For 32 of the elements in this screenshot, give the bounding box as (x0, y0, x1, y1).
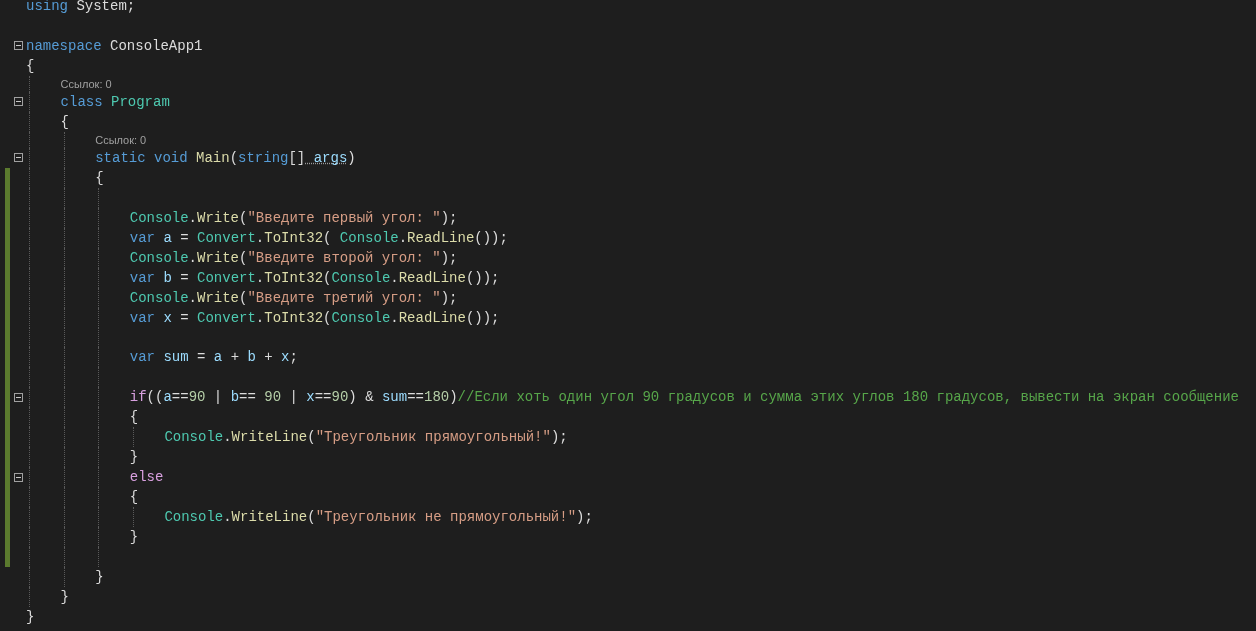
code-line: var b = Convert.ToInt32(Console.ReadLine()); (129, 268, 500, 288)
collapse-icon[interactable] (13, 41, 23, 51)
code-line: } (129, 528, 139, 548)
code-line: Console.WriteLine("Треугольник не прямоугольный!"); (164, 508, 593, 528)
code-line: Console.WriteLine("Треугольник прямоугольный!"); (164, 428, 568, 448)
code-line: var sum = a + b + x; (129, 348, 298, 368)
code-line: } (26, 608, 35, 627)
code-line: else (129, 468, 164, 488)
code-line: { (129, 488, 139, 508)
code-line: { (95, 168, 104, 188)
collapse-icon[interactable] (13, 97, 23, 107)
code-line: if((a==90 | b== 90 | x==90) & sum==180)//Если хоть один угол 90 градусов и сумма этих углов 180 градусов, вывести на экран сообщение (129, 388, 1239, 408)
code-line: class Program (60, 92, 170, 112)
code-line: { (60, 112, 69, 132)
collapse-icon[interactable] (13, 472, 23, 482)
code-line: Console.Write("Введите третий угол: "); (129, 288, 458, 308)
code-line: { (129, 408, 139, 428)
collapse-icon[interactable] (13, 153, 23, 163)
collapse-icon[interactable] (13, 392, 23, 402)
code-line: var x = Convert.ToInt32(Console.ReadLine()); (129, 308, 500, 328)
code-lens[interactable]: Ссылок: 0 (95, 131, 147, 148)
code-line: Console.Write("Введите второй угол: "); (129, 248, 458, 268)
code-line: } (95, 568, 104, 587)
code-line: namespace ConsoleApp1 (26, 36, 203, 56)
code-line: var a = Convert.ToInt32( Console.ReadLine()); (129, 228, 508, 248)
code-line: { (26, 56, 35, 76)
code-lens[interactable]: Ссылок: 0 (60, 75, 112, 92)
code-line: using System; (26, 0, 136, 16)
code-line: } (60, 588, 69, 607)
code-line: } (129, 448, 139, 468)
code-line: static void Main(string[] args) (95, 148, 356, 168)
code-line: Console.Write("Введите первый угол: "); (129, 208, 458, 228)
